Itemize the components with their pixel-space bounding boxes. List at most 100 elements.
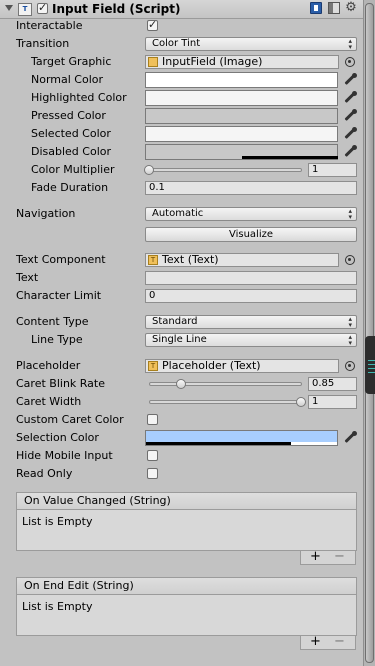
target-graphic-field[interactable]: InputField (Image) (145, 55, 339, 69)
object-picker-icon[interactable] (345, 361, 355, 371)
caret-width-label: Caret Width (16, 395, 82, 408)
dropdown-arrows-icon: ▴ ▾ (348, 315, 352, 329)
fade-duration-label: Fade Duration (31, 181, 109, 194)
custom-caret-color-checkbox[interactable] (147, 414, 158, 425)
caret-width-slider[interactable] (149, 400, 302, 404)
transition-value: Color Tint (152, 38, 201, 49)
hide-mobile-input-label: Hide Mobile Input (16, 449, 113, 462)
selected-color-label: Selected Color (31, 127, 111, 140)
caret-width-thumb[interactable] (296, 397, 306, 407)
caret-width-field[interactable]: 1 (308, 395, 357, 409)
line-type-label: Line Type (31, 333, 83, 346)
selected-color-swatch[interactable] (145, 126, 338, 142)
target-graphic-label: Target Graphic (31, 55, 112, 68)
event-header: On End Edit (String) (17, 578, 356, 595)
color-multiplier-slider[interactable] (149, 168, 302, 172)
alpha-bar (146, 442, 291, 445)
alpha-bar (242, 156, 338, 159)
side-grip-handle[interactable] (365, 336, 375, 394)
alpha-bar-remainder (291, 442, 337, 445)
fold-arrow-icon[interactable] (5, 5, 13, 11)
navigation-label: Navigation (16, 207, 76, 220)
character-limit-label: Character Limit (16, 289, 102, 302)
navigation-dropdown[interactable]: Automatic ▴ ▾ (145, 207, 357, 221)
hide-mobile-input-checkbox[interactable] (147, 450, 158, 461)
inspector-panel: T Input Field (Script) ⚙ Interactable Tr… (0, 0, 363, 666)
on-value-changed-event: On Value Changed (String) List is Empty … (16, 492, 357, 565)
disabled-color-label: Disabled Color (31, 145, 112, 158)
object-picker-icon[interactable] (345, 255, 355, 265)
selection-color-label: Selection Color (16, 431, 99, 444)
add-listener-button[interactable]: + (310, 550, 321, 563)
caret-blink-rate-label: Caret Blink Rate (16, 377, 105, 390)
grip-line (368, 360, 375, 361)
read-only-label: Read Only (16, 467, 73, 480)
placeholder-value: Placeholder (Text) (162, 359, 261, 372)
vertical-scrollbar[interactable] (363, 0, 375, 666)
add-listener-button[interactable]: + (310, 635, 321, 648)
eyedropper-icon[interactable] (343, 127, 357, 141)
interactable-checkbox[interactable] (147, 18, 158, 31)
highlighted-color-label: Highlighted Color (31, 91, 127, 104)
fade-duration-field[interactable]: 0.1 (145, 181, 357, 195)
navigation-value: Automatic (152, 208, 204, 219)
target-graphic-value: InputField (Image) (162, 55, 263, 68)
custom-caret-color-label: Custom Caret Color (16, 413, 124, 426)
help-book-icon[interactable] (310, 2, 322, 14)
placeholder-label: Placeholder (16, 359, 81, 372)
scrollbar-thumb[interactable] (365, 3, 374, 663)
grip-line (368, 368, 375, 369)
content-type-dropdown[interactable]: Standard ▴ ▾ (145, 315, 357, 329)
eyedropper-icon[interactable] (343, 431, 357, 445)
eyedropper-icon[interactable] (343, 91, 357, 105)
caret-blink-rate-thumb[interactable] (176, 379, 186, 389)
placeholder-field[interactable]: T Placeholder (Text) (145, 359, 339, 373)
text-icon: T (148, 255, 158, 265)
caret-blink-rate-slider[interactable] (149, 382, 302, 386)
selection-color-swatch[interactable] (145, 430, 338, 446)
visualize-button[interactable]: Visualize (145, 227, 357, 242)
eyedropper-icon[interactable] (343, 109, 357, 123)
disabled-color-swatch[interactable] (145, 144, 338, 160)
object-picker-icon[interactable] (345, 57, 355, 67)
line-type-dropdown[interactable]: Single Line ▴ ▾ (145, 333, 357, 347)
eyedropper-icon[interactable] (343, 145, 357, 159)
highlighted-color-swatch[interactable] (145, 90, 338, 106)
event-list: List is Empty (17, 595, 356, 635)
text-label: Text (16, 271, 39, 284)
component-enabled-checkbox[interactable] (37, 1, 48, 14)
text-component-value: Text (Text) (162, 253, 219, 266)
script-icon: T (18, 3, 32, 16)
gear-icon[interactable]: ⚙ (345, 1, 357, 14)
remove-listener-button[interactable]: − (334, 550, 345, 563)
pressed-color-label: Pressed Color (31, 109, 106, 122)
character-limit-field[interactable]: 0 (145, 289, 357, 303)
preset-icon[interactable] (328, 2, 340, 14)
eyedropper-icon[interactable] (343, 73, 357, 87)
component-header[interactable]: T Input Field (Script) ⚙ (0, 0, 363, 19)
color-multiplier-field[interactable]: 1 (308, 163, 357, 177)
dropdown-arrows-icon: ▴ ▾ (348, 207, 352, 221)
caret-blink-rate-field[interactable]: 0.85 (308, 377, 357, 391)
transition-dropdown[interactable]: Color Tint ▴ ▾ (145, 37, 357, 51)
pressed-color-swatch[interactable] (145, 108, 338, 124)
text-component-field[interactable]: T Text (Text) (145, 253, 339, 267)
transition-label: Transition (16, 37, 70, 50)
on-end-edit-event: On End Edit (String) List is Empty + − (16, 577, 357, 650)
grip-line (368, 372, 375, 373)
image-icon (148, 57, 158, 67)
read-only-checkbox[interactable] (147, 468, 158, 479)
normal-color-swatch[interactable] (145, 72, 338, 88)
dropdown-arrows-icon: ▴ ▾ (348, 37, 352, 51)
dropdown-arrows-icon: ▴ ▾ (348, 333, 352, 347)
color-multiplier-thumb[interactable] (144, 165, 154, 175)
remove-listener-button[interactable]: − (334, 635, 345, 648)
event-footer: + − (300, 550, 356, 565)
text-field[interactable] (145, 271, 357, 285)
component-title: Input Field (Script) (52, 2, 181, 16)
line-type-value: Single Line (152, 334, 207, 345)
color-multiplier-label: Color Multiplier (31, 163, 115, 176)
event-header: On Value Changed (String) (17, 493, 356, 510)
content-type-label: Content Type (16, 315, 89, 328)
content-type-value: Standard (152, 316, 198, 327)
